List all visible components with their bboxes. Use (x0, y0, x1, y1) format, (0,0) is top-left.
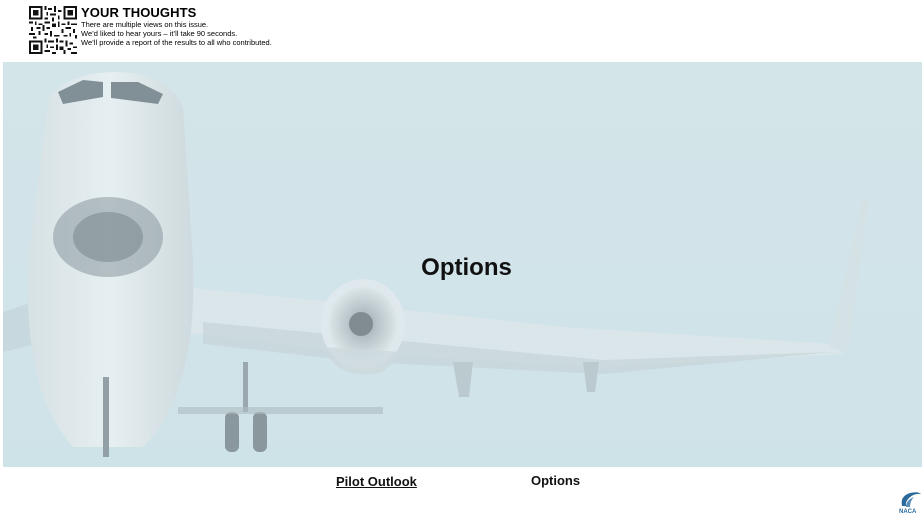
hero-title: Options (421, 254, 512, 281)
header-title: YOUR THOUGHTS (81, 5, 197, 20)
header-line-3: We’ll provide a report of the results to… (81, 38, 272, 47)
header-line-2: We’d liked to hear yours – it’ll take 90… (81, 29, 238, 38)
hero-banner: Options (3, 62, 922, 467)
pilot-outlook-link[interactable]: Pilot Outlook (336, 474, 417, 489)
current-section-label: Options (531, 473, 581, 488)
naca-logo-icon (901, 492, 921, 507)
slide: YOUR THOUGHTS There are multiple views o… (0, 0, 922, 521)
logo-text: NACA (899, 509, 917, 515)
survey-header: YOUR THOUGHTS There are multiple views o… (0, 0, 922, 62)
qr-code-icon[interactable] (29, 6, 77, 54)
naca-logo: NACA (898, 490, 922, 518)
header-text-block: YOUR THOUGHTS There are multiple views o… (81, 5, 272, 47)
header-line-1: There are multiple views on this issue. (81, 20, 209, 29)
